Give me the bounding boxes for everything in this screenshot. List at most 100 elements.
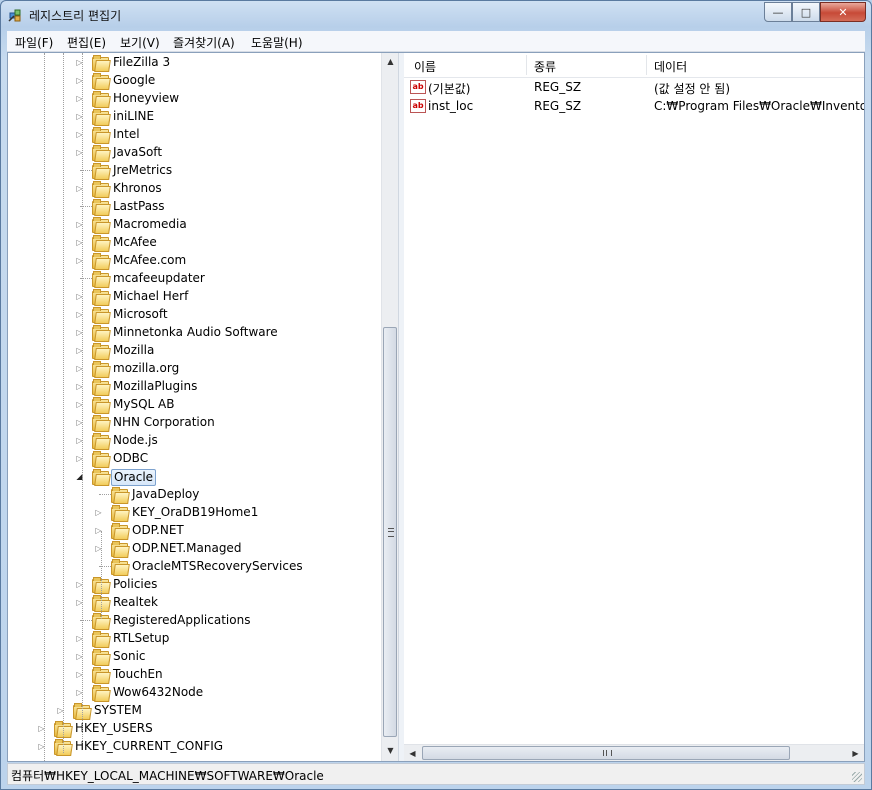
tree-node-label: Oracle <box>111 469 157 486</box>
tree-connector <box>99 494 111 495</box>
tree-node-label: mcafeeupdater <box>113 271 205 285</box>
list-horizontal-scrollbar[interactable]: ◀ ▶ <box>404 744 864 761</box>
tree-node-label: Honeyview <box>113 91 180 105</box>
menu-help[interactable]: 도움말(H) <box>251 34 303 51</box>
tree-guide-line <box>44 53 45 761</box>
list-row-default[interactable]: ab (기본값) REG_SZ (값 설정 안 됨) <box>410 79 860 97</box>
folder-icon <box>92 343 111 360</box>
folder-icon <box>92 469 111 486</box>
tree-node-label: JavaDeploy <box>132 487 200 501</box>
string-value-icon: ab <box>410 99 426 113</box>
tree-scroll-thumb[interactable] <box>383 327 397 737</box>
column-divider[interactable] <box>526 55 527 75</box>
minimize-icon: — <box>772 5 784 19</box>
tree-node-label: mozilla.org <box>113 361 180 375</box>
folder-icon <box>92 433 111 450</box>
folder-icon <box>92 325 111 342</box>
folder-icon <box>92 91 111 108</box>
string-value-icon: ab <box>410 80 426 94</box>
tree-node-label: LastPass <box>113 199 165 213</box>
folder-icon <box>92 451 111 468</box>
folder-icon <box>92 73 111 90</box>
tree-node-label: Google <box>113 73 156 87</box>
tree-node-label: ODP.NET <box>132 523 184 537</box>
menu-file[interactable]: 파일(F) <box>15 34 53 51</box>
value-data: C:₩Program Files₩Oracle₩Inventory <box>654 99 864 113</box>
grip-icon <box>603 750 612 756</box>
folder-icon <box>92 415 111 432</box>
column-type-header[interactable]: 종류 <box>534 58 556 75</box>
minimize-button[interactable]: — <box>764 2 792 22</box>
value-type: REG_SZ <box>534 80 582 94</box>
status-path: 컴퓨터₩HKEY_LOCAL_MACHINE₩SOFTWARE₩Oracle <box>11 769 324 783</box>
tree-node-label: Realtek <box>113 595 158 609</box>
folder-icon <box>92 55 111 72</box>
folder-icon <box>92 289 111 306</box>
tree-node-label: JavaSoft <box>113 145 163 159</box>
tree-node-label: SYSTEM <box>94 703 142 717</box>
tree-node-label: Khronos <box>113 181 162 195</box>
resize-grip-icon[interactable] <box>852 772 862 782</box>
tree-node-label: Intel <box>113 127 140 141</box>
maximize-icon: □ <box>800 5 812 19</box>
title-bar[interactable]: 레지스트리 편집기 — □ ✕ <box>1 1 871 29</box>
folder-icon <box>92 685 111 702</box>
registry-editor-window: 레지스트리 편집기 — □ ✕ 파일(F) 편집(E) 보기(V) 즐겨찾기(A… <box>0 0 872 790</box>
list-scroll-thumb[interactable] <box>422 746 790 760</box>
folder-icon <box>111 559 130 576</box>
column-divider[interactable] <box>646 55 647 75</box>
tree-node-label: NHN Corporation <box>113 415 215 429</box>
tree-guide-line <box>82 53 83 743</box>
column-data-header[interactable]: 데이터 <box>654 58 687 75</box>
tree-node-label: HKEY_USERS <box>75 721 153 735</box>
tree-node-label: Wow6432Node <box>113 685 204 699</box>
maximize-button[interactable]: □ <box>792 2 820 22</box>
folder-icon <box>92 379 111 396</box>
tree-guide-line <box>63 53 64 753</box>
close-button[interactable]: ✕ <box>820 2 866 22</box>
registry-tree[interactable]: ▷ FileZilla 3 ▷ Google ▷ Honeyview ▷ iniLINE ▷ In… <box>8 53 398 761</box>
scroll-down-icon[interactable]: ▼ <box>382 742 398 759</box>
tree-node-label: Macromedia <box>113 217 187 231</box>
folder-icon <box>92 271 111 288</box>
folder-icon <box>92 235 111 252</box>
value-data: (값 설정 안 됨) <box>654 82 731 96</box>
folder-icon <box>111 487 130 504</box>
column-name-header[interactable]: 이름 <box>414 58 436 75</box>
tree-guide-line <box>101 531 102 619</box>
value-name: inst_loc <box>428 99 474 113</box>
status-bar: 컴퓨터₩HKEY_LOCAL_MACHINE₩SOFTWARE₩Oracle <box>7 763 865 785</box>
folder-icon <box>92 631 111 648</box>
values-list[interactable]: 이름 종류 데이터 ab (기본값) REG_SZ (값 설정 안 됨) ab … <box>404 53 864 761</box>
tree-node-label: MozillaPlugins <box>113 379 198 393</box>
folder-icon <box>92 109 111 126</box>
registry-app-icon <box>8 9 21 22</box>
tree-node-label: FileZilla 3 <box>113 55 171 69</box>
main-area: ▷ FileZilla 3 ▷ Google ▷ Honeyview ▷ iniLINE ▷ In… <box>7 52 865 762</box>
grip-icon <box>388 528 394 537</box>
scroll-right-icon[interactable]: ▶ <box>847 745 864 761</box>
scroll-up-icon[interactable]: ▲ <box>382 53 398 70</box>
folder-icon <box>92 217 111 234</box>
tree-vertical-scrollbar[interactable]: ▲ ▼ <box>381 53 398 761</box>
menu-favorites[interactable]: 즐겨찾기(A) <box>173 34 235 51</box>
tree-node-label: Microsoft <box>113 307 168 321</box>
menu-edit[interactable]: 편집(E) <box>67 34 106 51</box>
folder-icon <box>111 541 130 558</box>
folder-icon <box>92 145 111 162</box>
expand-arrow-icon[interactable]: ▷ <box>94 508 103 517</box>
list-row-inst-loc[interactable]: ab inst_loc REG_SZ C:₩Program Files₩Orac… <box>410 98 864 116</box>
tree-node-label: JreMetrics <box>113 163 173 177</box>
tree-node-label: RTLSetup <box>113 631 170 645</box>
folder-icon <box>92 163 111 180</box>
menu-view[interactable]: 보기(V) <box>120 34 160 51</box>
tree-node-label: McAfee.com <box>113 253 187 267</box>
tree-node-label: KEY_OraDB19Home1 <box>132 505 259 519</box>
tree-node-label: Node.js <box>113 433 158 447</box>
folder-icon <box>92 181 111 198</box>
scroll-left-icon[interactable]: ◀ <box>404 745 421 761</box>
tree-node-label: Minnetonka Audio Software <box>113 325 278 339</box>
value-name: (기본값) <box>428 82 471 96</box>
tree-node-label: iniLINE <box>113 109 155 123</box>
tree-node-label: MySQL AB <box>113 397 175 411</box>
